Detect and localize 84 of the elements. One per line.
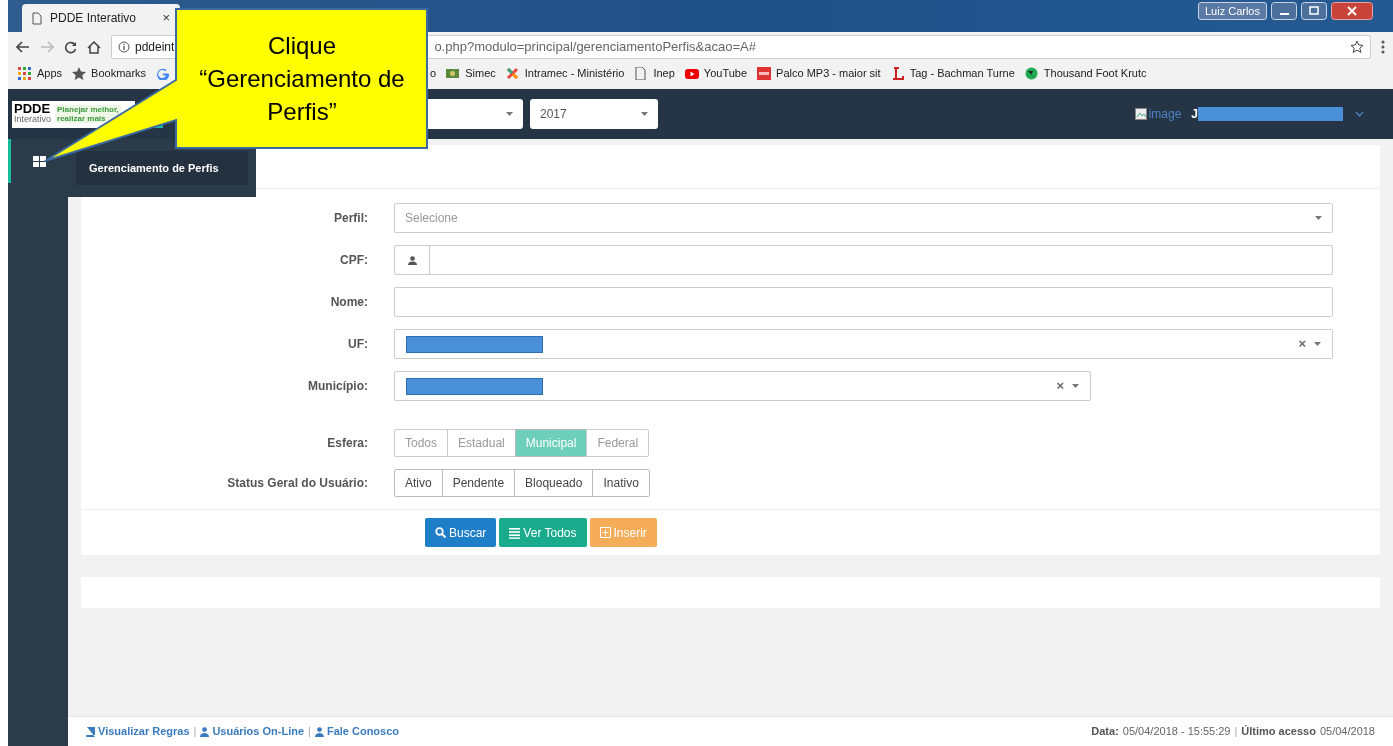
field-label: Esfera: — [326, 435, 369, 452]
letter-icon[interactable] — [890, 66, 905, 80]
plus-square-icon — [599, 526, 611, 539]
slogan-text: Planejar melhor, — [57, 105, 119, 114]
bookmark-icon[interactable] — [757, 66, 772, 80]
status-option[interactable]: Ativo — [394, 469, 443, 497]
home-icon[interactable] — [87, 40, 101, 54]
apps-grid-icon[interactable] — [18, 66, 32, 80]
grid-icon — [33, 155, 46, 167]
chevron-down-icon[interactable] — [1355, 111, 1364, 117]
star-icon[interactable] — [1350, 40, 1364, 54]
logo-title: PDDE — [14, 103, 52, 114]
status-option[interactable]: Pendente — [441, 469, 516, 497]
url-text: o.php?modulo=principal/gerenciamentoPerfis&acao=A# — [434, 38, 757, 57]
date-label: Data: — [1091, 724, 1119, 740]
bookmark-link[interactable]: Inep — [653, 64, 675, 82]
search-button[interactable]: Buscar — [425, 518, 497, 547]
name-input[interactable] — [394, 287, 1333, 317]
status-option[interactable]: Inativo — [592, 469, 650, 497]
minimize-icon[interactable] — [1271, 2, 1297, 20]
page-icon — [32, 11, 42, 25]
menu-icon[interactable] — [1381, 40, 1385, 54]
clear-button[interactable]: × — [1056, 376, 1064, 396]
slogan-text: realizar mais — [57, 114, 107, 123]
separator: | — [193, 724, 197, 740]
year-select[interactable]: 2017 — [530, 99, 658, 129]
city-select[interactable]: × — [394, 371, 1091, 401]
user-icon — [314, 726, 324, 737]
google-icon[interactable] — [156, 66, 171, 80]
bookmark-icon[interactable] — [446, 66, 461, 80]
info-icon — [118, 41, 130, 53]
bookmark-link[interactable]: o — [430, 64, 437, 82]
field-label: Status Geral do Usuário: — [226, 475, 369, 492]
field-label: Município: — [307, 378, 369, 395]
bookmark-link[interactable]: Apps — [37, 64, 63, 82]
broken-image-icon — [1134, 108, 1147, 120]
user-badge: Luiz Carlos — [1197, 2, 1267, 20]
bookmark-link[interactable]: Intramec - Ministério — [524, 64, 625, 82]
url-text: pddeint — [135, 39, 175, 56]
maximize-icon[interactable] — [1301, 2, 1327, 20]
state-select[interactable]: × — [394, 329, 1333, 359]
star-icon[interactable] — [72, 66, 87, 80]
list-icon — [509, 526, 521, 539]
separator: | — [1234, 724, 1238, 740]
image-alt-text: image — [1148, 106, 1182, 123]
bookmark-link[interactable]: Bookmarks — [91, 64, 147, 82]
last-access-label: Último acesso — [1241, 724, 1316, 740]
globe-icon[interactable] — [1024, 66, 1039, 80]
field-label: Perfil: — [333, 210, 369, 227]
status-option[interactable]: Bloqueado — [514, 469, 594, 497]
bookmark-icon[interactable] — [505, 66, 520, 80]
dropdown-caret-icon — [1315, 216, 1322, 220]
field-label: Nome: — [329, 294, 369, 311]
field-label: CPF: — [339, 252, 369, 269]
dropdown-caret-icon — [1314, 342, 1321, 346]
page-icon[interactable] — [634, 66, 649, 80]
reload-icon[interactable] — [64, 40, 77, 54]
youtube-icon[interactable] — [684, 66, 699, 80]
search-icon — [435, 526, 446, 539]
bookmark-link[interactable]: Palco MP3 - maior sit — [776, 64, 881, 82]
dropdown-caret-icon — [641, 112, 648, 116]
browser-tab[interactable]: PDDE Interativo × — [22, 4, 180, 32]
menu-item[interactable]: Gerenciamento de Perfis — [76, 151, 248, 185]
user-icon — [200, 726, 210, 737]
bookmark-link[interactable]: Simec — [465, 64, 496, 82]
close-icon[interactable] — [1331, 2, 1373, 20]
bookmark-link[interactable]: Thousand Foot Krutc — [1043, 64, 1147, 82]
last-access-value: 05/04/2018 — [1319, 724, 1375, 740]
dropdown-caret-icon — [1072, 384, 1079, 388]
back-arrow-icon[interactable] — [16, 41, 30, 53]
bookmark-link[interactable]: Tag - Bachman Turne — [909, 64, 1015, 82]
cpf-input[interactable] — [394, 245, 1333, 275]
footer-link[interactable]: Fale Conosco — [314, 723, 400, 740]
date-value: 05/04/2018 - 15:55:29 — [1122, 724, 1231, 740]
logo-subtitle: Interativo — [14, 114, 52, 125]
bookmark-link[interactable]: YouTube — [703, 64, 748, 82]
footer-link[interactable]: Usuários On-Line — [200, 723, 305, 740]
user-name[interactable]: J — [1191, 105, 1198, 123]
clear-button[interactable]: × — [1298, 334, 1306, 354]
user-icon — [407, 255, 417, 265]
separator: | — [308, 724, 311, 740]
field-label: UF: — [347, 336, 369, 353]
dropdown-caret-icon — [506, 112, 513, 116]
footer-link[interactable]: Visualizar Regras — [85, 723, 190, 740]
